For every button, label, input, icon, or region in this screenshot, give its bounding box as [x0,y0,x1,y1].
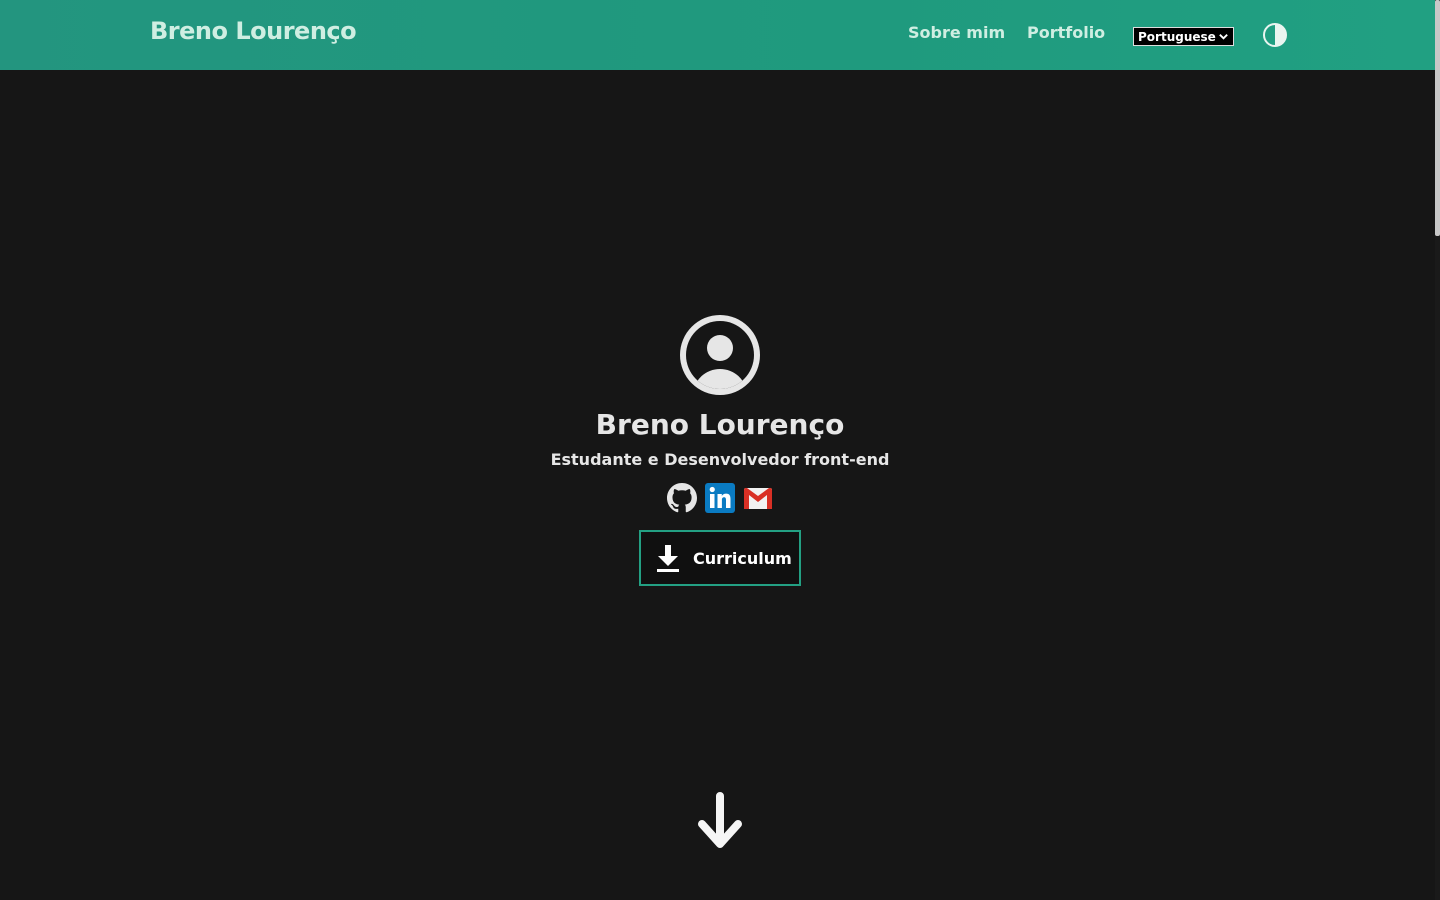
gmail-icon[interactable] [743,483,773,513]
download-curriculum-label: Curriculum [693,548,792,568]
theme-toggle-icon[interactable] [1262,22,1288,48]
linkedin-icon[interactable] [705,483,735,513]
user-avatar-icon [680,315,760,395]
scrollbar-thumb[interactable] [1435,0,1440,236]
arrow-down-icon[interactable] [697,792,743,850]
chevron-down-icon [1219,34,1228,40]
hero-subtitle: Estudante e Desenvolvedor front-end [550,450,890,469]
brand-logo[interactable]: Breno Lourenço [150,17,357,45]
language-select[interactable]: Portuguese [1133,27,1234,46]
download-curriculum-button[interactable]: Curriculum [639,530,801,586]
navbar: Breno Lourenço Sobre mim Portfolio Portu… [0,0,1435,70]
nav-link-portfolio[interactable]: Portfolio [1027,23,1105,42]
nav-link-about[interactable]: Sobre mim [908,23,1005,42]
github-icon[interactable] [667,483,697,513]
language-select-value: Portuguese [1138,29,1216,44]
hero-name: Breno Lourenço [595,408,845,441]
download-icon [657,545,679,572]
